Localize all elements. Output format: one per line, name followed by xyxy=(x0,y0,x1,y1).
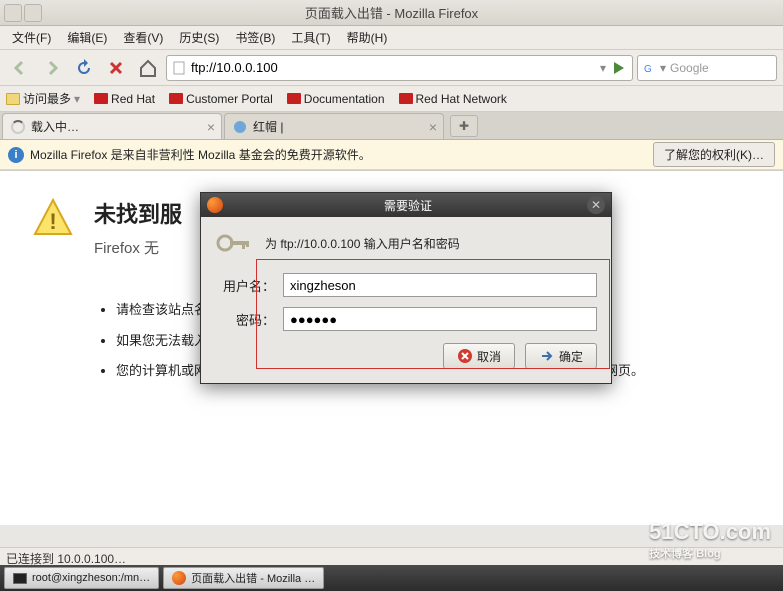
bookmark-most-visited[interactable]: 访问最多▾ xyxy=(6,90,80,107)
go-button[interactable] xyxy=(610,59,628,77)
taskbar-firefox[interactable]: 页面载入出错 - Mozilla … xyxy=(163,567,324,589)
window-titlebar: 页面载入出错 - Mozilla Firefox xyxy=(0,0,783,26)
folder-icon xyxy=(6,93,20,105)
close-icon[interactable]: ✕ xyxy=(587,196,605,214)
redhat-icon xyxy=(399,93,413,104)
search-placeholder: Google xyxy=(670,61,709,75)
dialog-titlebar[interactable]: 需要验证 ✕ xyxy=(201,193,611,217)
password-input[interactable] xyxy=(283,307,597,331)
bookmark-docs[interactable]: Documentation xyxy=(287,92,385,106)
menubar: 文件(F) 编辑(E) 查看(V) 历史(S) 书签(B) 工具(T) 帮助(H… xyxy=(0,26,783,50)
redhat-icon xyxy=(169,93,183,104)
bookmark-rhn[interactable]: Red Hat Network xyxy=(399,92,507,106)
menu-history[interactable]: 历史(S) xyxy=(173,27,225,48)
dialog-title: 需要验证 xyxy=(229,197,587,214)
firefox-icon xyxy=(172,571,186,585)
tab-strip: 载入中… × 红帽 | × ✚ xyxy=(0,112,783,140)
status-text: 已连接到 10.0.0.100… xyxy=(6,552,126,566)
watermark: 51CTO.com 技术博客 Blog xyxy=(649,519,771,561)
menu-view[interactable]: 查看(V) xyxy=(117,27,169,48)
ok-button[interactable]: 确定 xyxy=(525,343,597,369)
nav-toolbar: ▾ G ▾ Google xyxy=(0,50,783,86)
warning-icon: ! xyxy=(32,197,74,239)
ok-icon xyxy=(539,348,555,364)
key-icon xyxy=(215,229,251,257)
bookmarks-toolbar: 访问最多▾ Red Hat Customer Portal Documentat… xyxy=(0,86,783,112)
info-text: Mozilla Firefox 是来自非营利性 Mozilla 基金会的免费开源… xyxy=(30,146,371,163)
close-tab-icon[interactable]: × xyxy=(429,119,437,135)
svg-text:!: ! xyxy=(49,209,56,234)
password-label: 密码： xyxy=(215,310,275,329)
reload-button[interactable] xyxy=(70,54,98,82)
bookmark-portal[interactable]: Customer Portal xyxy=(169,92,273,106)
error-subtitle: Firefox 无 xyxy=(94,237,182,258)
stop-button[interactable] xyxy=(102,54,130,82)
know-rights-button[interactable]: 了解您的权利(K)… xyxy=(653,142,775,167)
loading-spinner-icon xyxy=(11,120,25,134)
redhat-icon xyxy=(287,93,301,104)
info-icon: i xyxy=(8,147,24,163)
search-box[interactable]: G ▾ Google xyxy=(637,55,777,81)
menu-help[interactable]: 帮助(H) xyxy=(341,27,394,48)
tab-label: 红帽 | xyxy=(253,118,283,135)
taskbar-terminal[interactable]: root@xingzheson:/mn… xyxy=(4,567,159,589)
url-bar[interactable]: ▾ xyxy=(166,55,633,81)
error-title: 未找到服 xyxy=(94,197,182,229)
redhat-icon xyxy=(94,93,108,104)
menu-edit[interactable]: 编辑(E) xyxy=(61,27,113,48)
username-input[interactable] xyxy=(283,273,597,297)
maximize-button[interactable] xyxy=(24,4,42,22)
google-icon: G xyxy=(642,61,656,75)
username-label: 用户名： xyxy=(215,276,275,295)
menu-bookmarks[interactable]: 书签(B) xyxy=(229,27,281,48)
window-title: 页面载入出错 - Mozilla Firefox xyxy=(305,3,478,22)
tab-redhat[interactable]: 红帽 | × xyxy=(224,113,444,139)
minimize-button[interactable] xyxy=(4,4,22,22)
cancel-button[interactable]: 取消 xyxy=(443,343,515,369)
menu-tools[interactable]: 工具(T) xyxy=(285,27,336,48)
cancel-icon xyxy=(457,348,473,364)
page-icon xyxy=(171,60,187,76)
auth-dialog: 需要验证 ✕ 为 ftp://10.0.0.100 输入用户名和密码 用户名： … xyxy=(200,192,612,384)
url-input[interactable] xyxy=(191,60,596,75)
bookmark-redhat[interactable]: Red Hat xyxy=(94,92,155,106)
dropdown-icon[interactable]: ▾ xyxy=(600,61,606,75)
tab-loading[interactable]: 载入中… × xyxy=(2,113,222,139)
close-tab-icon[interactable]: × xyxy=(207,119,215,135)
menu-file[interactable]: 文件(F) xyxy=(6,27,57,48)
firefox-icon xyxy=(207,197,223,213)
back-button[interactable] xyxy=(6,54,34,82)
taskbar: root@xingzheson:/mn… 页面载入出错 - Mozilla … xyxy=(0,565,783,591)
forward-button[interactable] xyxy=(38,54,66,82)
home-button[interactable] xyxy=(134,54,162,82)
terminal-icon xyxy=(13,573,27,584)
new-tab-button[interactable]: ✚ xyxy=(450,115,478,137)
info-bar: i Mozilla Firefox 是来自非营利性 Mozilla 基金会的免费… xyxy=(0,140,783,170)
dialog-prompt: 为 ftp://10.0.0.100 输入用户名和密码 xyxy=(265,235,460,252)
tab-label: 载入中… xyxy=(31,118,79,135)
svg-text:G: G xyxy=(644,64,652,75)
globe-icon xyxy=(233,120,247,134)
